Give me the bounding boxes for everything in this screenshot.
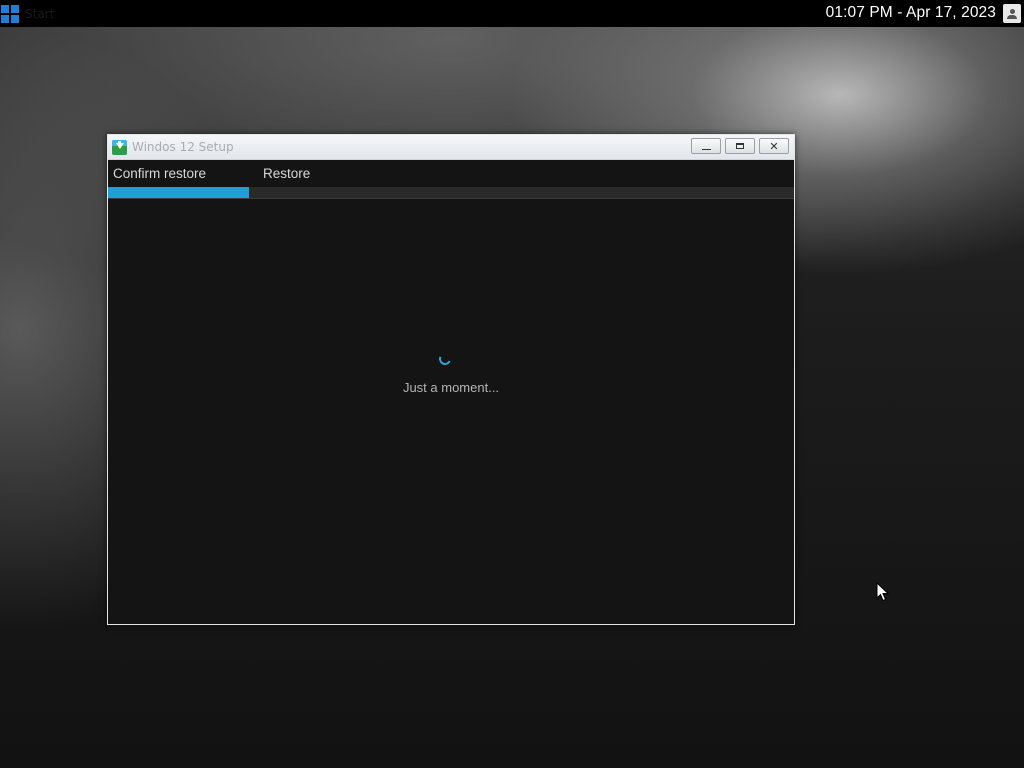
loading-text: Just a moment... — [402, 380, 500, 395]
user-icon[interactable] — [1003, 4, 1021, 23]
windows-logo-icon — [1, 4, 19, 23]
window-titlebar[interactable]: Windos 12 Setup ✕ — [108, 135, 794, 160]
window-title: Windos 12 Setup — [132, 140, 234, 154]
maximize-button[interactable] — [725, 138, 755, 154]
step-confirm-restore: Confirm restore — [113, 166, 207, 181]
setup-download-icon — [112, 140, 127, 155]
close-button[interactable]: ✕ — [759, 138, 789, 154]
start-label: Start — [25, 6, 55, 21]
setup-progress-bar — [108, 187, 794, 199]
loading-spinner-icon — [437, 351, 453, 367]
mouse-cursor-icon — [876, 582, 890, 602]
setup-window: Windos 12 Setup ✕ Confirm restore Restor… — [107, 134, 795, 625]
window-content: Just a moment... — [108, 199, 794, 624]
top-bar: Start 01:07 PM - Apr 17, 2023 — [0, 0, 1024, 27]
setup-progress-fill — [108, 187, 249, 198]
close-icon: ✕ — [769, 139, 779, 153]
minimize-icon — [701, 147, 711, 150]
setup-steps: Confirm restore Restore — [108, 160, 794, 186]
step-restore: Restore — [263, 166, 311, 181]
start-button[interactable]: Start — [0, 3, 54, 24]
clock: 01:07 PM - Apr 17, 2023 — [825, 4, 996, 21]
minimize-button[interactable] — [691, 138, 721, 154]
maximize-icon — [736, 143, 744, 149]
